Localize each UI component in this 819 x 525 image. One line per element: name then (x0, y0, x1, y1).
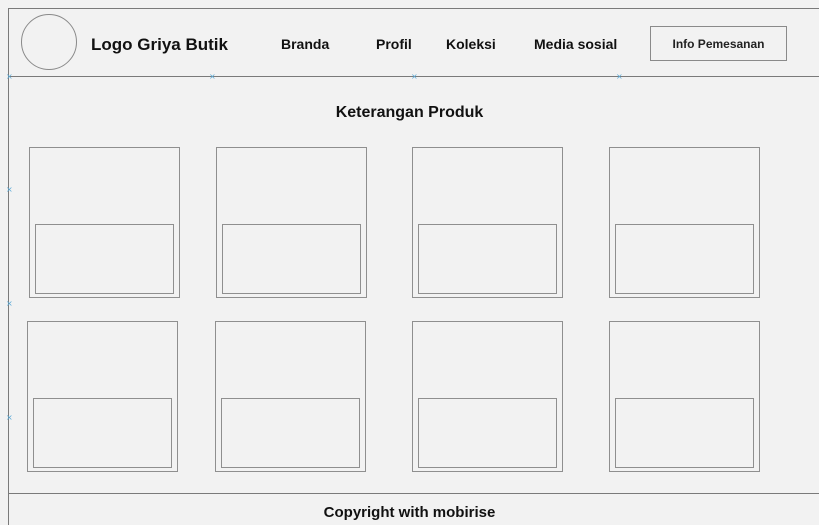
anchor-marker: × (6, 299, 13, 308)
nav-item-branda[interactable]: Branda (281, 36, 329, 52)
product-card-caption-box (418, 224, 557, 294)
product-card-caption-box (35, 224, 174, 294)
nav-item-media-sosial[interactable]: Media sosial (534, 36, 617, 52)
order-info-label: Info Pemesanan (672, 36, 765, 51)
product-card-caption-box (222, 224, 361, 294)
product-card[interactable] (412, 147, 563, 298)
footer-copyright: Copyright with mobirise (323, 504, 496, 521)
logo-text[interactable]: Logo Griya Butik (91, 35, 228, 55)
page-border-left (8, 8, 9, 525)
product-card[interactable] (29, 147, 180, 298)
product-card[interactable] (412, 321, 563, 472)
product-card[interactable] (609, 321, 760, 472)
product-card[interactable] (27, 321, 178, 472)
product-card-caption-box (418, 398, 557, 468)
anchor-marker: × (411, 72, 418, 81)
product-card[interactable] (216, 147, 367, 298)
product-card-caption-box (221, 398, 360, 468)
anchor-marker: × (616, 72, 623, 81)
wireframe-page: Logo Griya Butik Branda Profil Koleksi M… (0, 0, 819, 525)
nav-item-koleksi[interactable]: Koleksi (446, 36, 496, 52)
anchor-marker: × (6, 72, 13, 81)
anchor-marker: × (6, 413, 13, 422)
logo-placeholder[interactable] (21, 14, 77, 70)
nav-item-profil[interactable]: Profil (376, 36, 412, 52)
product-card-caption-box (33, 398, 172, 468)
product-card-caption-box (615, 398, 754, 468)
anchor-marker: × (6, 185, 13, 194)
product-card[interactable] (215, 321, 366, 472)
footer-divider (9, 493, 819, 494)
section-title: Keterangan Produk (335, 104, 484, 121)
order-info-button[interactable]: Info Pemesanan (650, 26, 787, 61)
product-card-caption-box (615, 224, 754, 294)
product-card[interactable] (609, 147, 760, 298)
anchor-marker: × (209, 72, 216, 81)
